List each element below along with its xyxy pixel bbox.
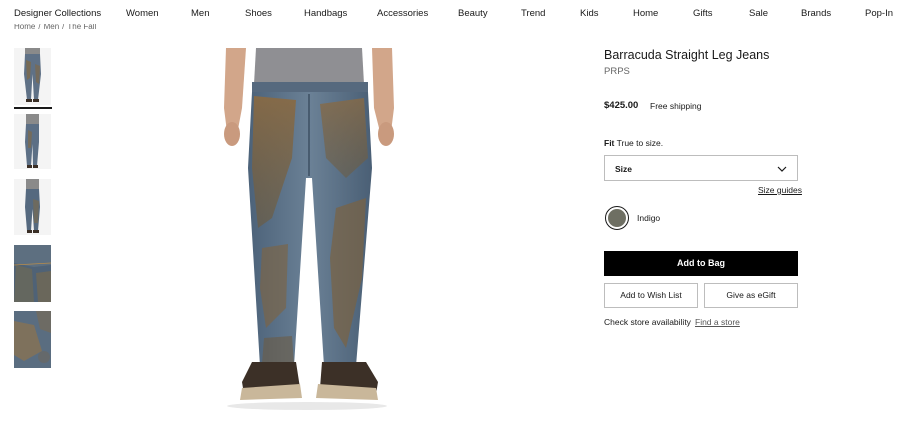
- nav-item-sale[interactable]: Sale: [749, 8, 768, 19]
- thumbnail-side[interactable]: [14, 114, 51, 169]
- size-guides-link[interactable]: Size guides: [758, 185, 802, 195]
- thumbnail-active-indicator: [14, 107, 52, 109]
- thumbnail-front[interactable]: [14, 48, 51, 105]
- chevron-down-icon: [776, 162, 788, 180]
- product-brand[interactable]: PRPS: [604, 66, 630, 77]
- color-swatch-indigo[interactable]: [605, 206, 629, 230]
- nav-item-beauty[interactable]: Beauty: [458, 8, 488, 19]
- nav-item-accessories[interactable]: Accessories: [377, 8, 428, 19]
- nav-item-men[interactable]: Men: [191, 8, 209, 19]
- nav-item-pop-in[interactable]: Pop-In: [865, 8, 893, 19]
- nav-item-handbags[interactable]: Handbags: [304, 8, 347, 19]
- add-to-wish-list-button[interactable]: Add to Wish List: [604, 283, 698, 308]
- fit-info: Fit True to size.: [604, 138, 663, 148]
- size-dropdown-label: Size: [615, 164, 633, 174]
- top-nav: Designer Collections Women Men Shoes Handbag…: [0, 0, 900, 28]
- nav-item-brands[interactable]: Brands: [801, 8, 831, 19]
- nav-item-trend[interactable]: Trend: [521, 8, 545, 19]
- nav-item-designer-collections[interactable]: Designer Collections: [14, 8, 101, 19]
- find-store-link[interactable]: Find a store: [695, 317, 740, 327]
- nav-item-gifts[interactable]: Gifts: [693, 8, 713, 19]
- breadcrumb-separator: /: [38, 24, 41, 31]
- thumbnail-detail-pocket[interactable]: [14, 245, 51, 302]
- breadcrumb-item[interactable]: Home: [14, 24, 35, 31]
- nav-item-women[interactable]: Women: [126, 8, 159, 19]
- size-dropdown[interactable]: Size: [604, 155, 798, 181]
- product-main-image[interactable]: [196, 48, 418, 414]
- give-as-egift-button[interactable]: Give as eGift: [704, 283, 798, 308]
- add-to-bag-button[interactable]: Add to Bag: [604, 251, 798, 276]
- thumbnail-back[interactable]: [14, 179, 51, 235]
- product-price: $425.00: [604, 100, 639, 111]
- shipping-info: Free shipping: [650, 101, 702, 111]
- fit-value: True to size.: [616, 138, 664, 148]
- breadcrumb: Home / Men / The Fall: [14, 24, 99, 33]
- nav-item-kids[interactable]: Kids: [580, 8, 598, 19]
- thumbnail-detail-fabric[interactable]: [14, 311, 51, 368]
- breadcrumb-item[interactable]: Men: [44, 24, 60, 31]
- store-availability-label: Check store availability: [604, 317, 691, 327]
- fit-label: Fit: [604, 138, 615, 148]
- breadcrumb-item[interactable]: The Fall: [67, 24, 96, 31]
- product-title: Barracuda Straight Leg Jeans: [604, 48, 770, 62]
- color-swatch-fill: [608, 209, 626, 227]
- selected-color-name: Indigo: [637, 213, 661, 223]
- nav-item-home[interactable]: Home: [633, 8, 658, 19]
- nav-item-shoes[interactable]: Shoes: [245, 8, 272, 19]
- breadcrumb-separator: /: [62, 24, 65, 31]
